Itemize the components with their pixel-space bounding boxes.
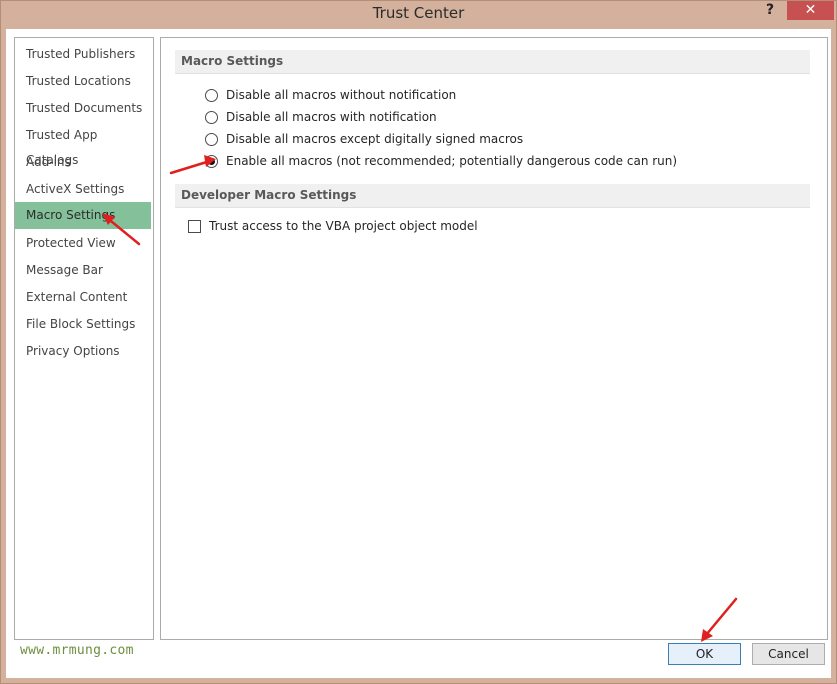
macro-settings-header: Macro Settings — [175, 50, 810, 74]
checkbox[interactable] — [188, 219, 201, 233]
sidebar-item-trusted-locations[interactable]: Trusted Locations — [15, 69, 151, 94]
checkbox-trust-vba-access[interactable]: Trust access to the VBA project object m… — [188, 217, 478, 235]
option-label: Trust access to the VBA project object m… — [209, 219, 478, 233]
sidebar-item-file-block-settings[interactable]: File Block Settings — [15, 312, 151, 337]
settings-panel: Macro Settings Disable all macros withou… — [160, 37, 828, 640]
sidebar-item-trusted-app-catalogs[interactable]: Trusted App Catalogs — [15, 123, 151, 167]
radio-button[interactable] — [205, 110, 218, 124]
window-title: Trust Center — [372, 4, 465, 22]
sidebar: Trusted Publishers Trusted Locations Tru… — [14, 37, 154, 640]
watermark: www.mrmung.com — [20, 643, 134, 658]
radio-enable-all-macros[interactable]: Enable all macros (not recommended; pote… — [205, 152, 677, 170]
sidebar-item-add-ins[interactable]: Add-ins — [15, 150, 151, 175]
trust-center-dialog: Trust Center ? ✕ Trusted Publishers Trus… — [0, 0, 837, 684]
help-button[interactable]: ? — [760, 1, 780, 21]
sidebar-item-trusted-publishers[interactable]: Trusted Publishers — [15, 42, 151, 67]
sidebar-item-trusted-documents[interactable]: Trusted Documents — [15, 96, 151, 121]
sidebar-item-activex-settings[interactable]: ActiveX Settings — [15, 177, 151, 202]
radio-button[interactable] — [205, 132, 218, 146]
option-label: Disable all macros without notification — [226, 88, 457, 102]
radio-button[interactable] — [205, 88, 218, 102]
close-button[interactable]: ✕ — [787, 1, 834, 20]
cancel-button[interactable]: Cancel — [752, 643, 825, 665]
sidebar-item-message-bar[interactable]: Message Bar — [15, 258, 151, 283]
dialog-body: Trusted Publishers Trusted Locations Tru… — [6, 29, 831, 678]
sidebar-item-external-content[interactable]: External Content — [15, 285, 151, 310]
option-label: Disable all macros with notification — [226, 110, 437, 124]
radio-disable-without-notification[interactable]: Disable all macros without notification — [205, 86, 456, 104]
option-label: Enable all macros (not recommended; pote… — [226, 154, 678, 168]
radio-disable-except-signed[interactable]: Disable all macros except digitally sign… — [205, 130, 523, 148]
radio-button-checked[interactable] — [205, 154, 218, 168]
sidebar-item-macro-settings[interactable]: Macro Settings — [15, 202, 151, 229]
radio-disable-with-notification[interactable]: Disable all macros with notification — [205, 108, 437, 126]
sidebar-item-privacy-options[interactable]: Privacy Options — [15, 339, 151, 364]
sidebar-item-protected-view[interactable]: Protected View — [15, 231, 151, 256]
ok-button[interactable]: OK — [668, 643, 741, 665]
option-label: Disable all macros except digitally sign… — [226, 132, 524, 146]
developer-macro-settings-header: Developer Macro Settings — [175, 184, 810, 208]
